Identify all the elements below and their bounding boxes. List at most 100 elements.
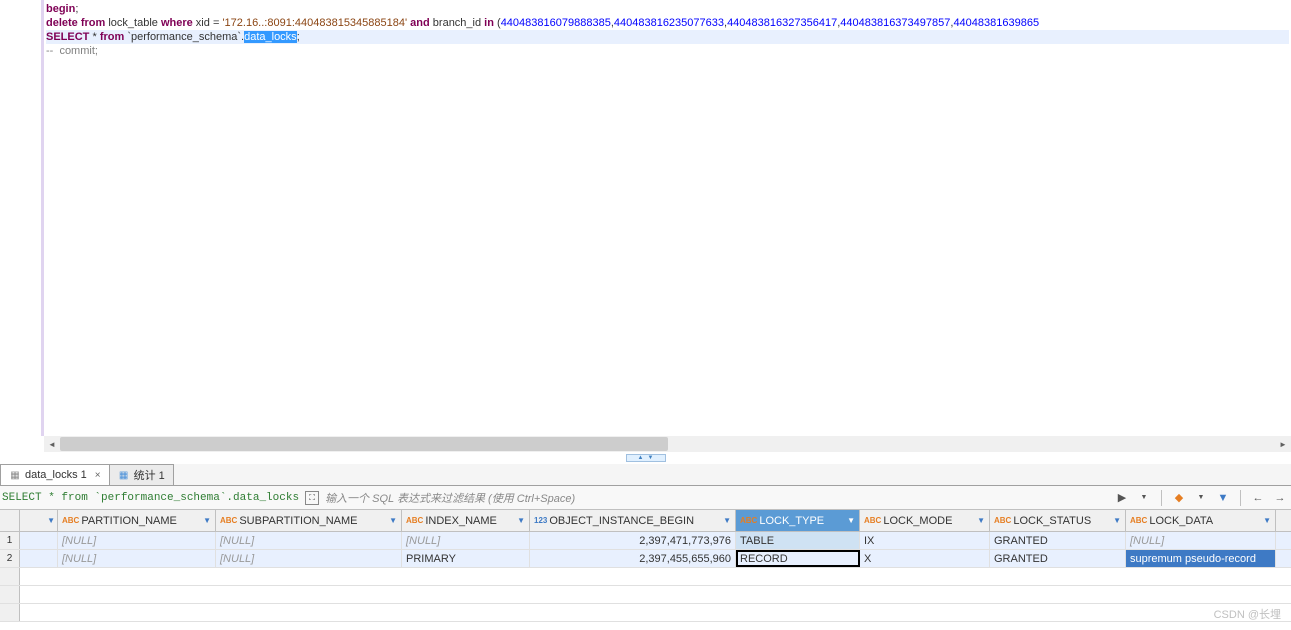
mini-column-header[interactable]: ▼ xyxy=(20,510,58,531)
text-type-icon: ABC xyxy=(994,516,1011,525)
column-name: LOCK_STATUS xyxy=(1013,515,1091,527)
sort-icon[interactable]: ▼ xyxy=(847,516,855,525)
sort-icon[interactable]: ▼ xyxy=(517,516,525,525)
row-number-cell xyxy=(0,604,20,621)
sort-icon[interactable]: ▼ xyxy=(977,516,985,525)
row-number-cell[interactable]: 2 xyxy=(0,550,20,567)
column-header[interactable]: 123 OBJECT_INSTANCE_BEGIN ▼ xyxy=(530,510,736,531)
filter-query-text: SELECT * from `performance_schema`.data_… xyxy=(2,492,299,504)
table-row[interactable]: 2[NULL][NULL]PRIMARY2,397,455,655,960REC… xyxy=(0,550,1291,568)
scroll-track[interactable] xyxy=(60,436,1275,452)
filter-funnel-icon[interactable]: ▼ xyxy=(1214,489,1232,507)
column-header[interactable]: ABC LOCK_TYPE ▼ xyxy=(736,510,860,531)
editor-horizontal-scrollbar[interactable]: ◄ ► xyxy=(44,436,1291,452)
table-icon: ▦ xyxy=(118,469,130,481)
grid-cell[interactable]: [NULL] xyxy=(58,532,216,549)
tab-label: 统计 1 xyxy=(134,467,165,483)
column-name: INDEX_NAME xyxy=(425,515,497,527)
results-tab[interactable]: ▦ 统计 1 xyxy=(109,464,174,485)
grid-cell[interactable]: [NULL] xyxy=(1126,532,1276,549)
scroll-thumb[interactable] xyxy=(60,437,668,451)
results-toolbar: ▶ ▼ ◆ ▼ ▼ ← → xyxy=(1113,489,1289,507)
toolbar-separator xyxy=(1161,490,1162,506)
grid-cell[interactable]: supremum pseudo-record xyxy=(1126,550,1276,567)
sort-icon[interactable]: ▼ xyxy=(1113,516,1121,525)
row-number-header xyxy=(0,510,20,531)
sort-icon[interactable]: ▼ xyxy=(723,516,731,525)
sort-icon[interactable]: ▼ xyxy=(47,516,55,525)
grid-cell[interactable]: [NULL] xyxy=(216,550,402,567)
row-number-cell xyxy=(0,586,20,603)
sql-code-area[interactable]: begin;delete from lock_table where xid =… xyxy=(44,0,1291,436)
mini-cell xyxy=(20,532,58,549)
filter-panel-button[interactable]: ◆ xyxy=(1170,489,1188,507)
grid-cell[interactable]: X xyxy=(860,550,990,567)
grid-cell[interactable]: PRIMARY xyxy=(402,550,530,567)
row-number-cell[interactable]: 1 xyxy=(0,532,20,549)
grid-cell[interactable]: 2,397,471,773,976 xyxy=(530,532,736,549)
results-tabs: ▦ data_locks 1 × ▦ 统计 1 xyxy=(0,464,1291,486)
results-tab[interactable]: ▦ data_locks 1 × xyxy=(0,464,110,485)
column-name: OBJECT_INSTANCE_BEGIN xyxy=(549,515,694,527)
column-header[interactable]: ABC LOCK_MODE ▼ xyxy=(860,510,990,531)
nav-prev-button[interactable]: ← xyxy=(1249,489,1267,507)
close-icon[interactable]: × xyxy=(95,470,101,481)
toolbar-separator-2 xyxy=(1240,490,1241,506)
grid-cell[interactable]: [NULL] xyxy=(216,532,402,549)
row-number-cell xyxy=(0,568,20,585)
sort-icon[interactable]: ▼ xyxy=(203,516,211,525)
text-type-icon: ABC xyxy=(864,516,881,525)
column-name: LOCK_TYPE xyxy=(759,515,824,527)
nav-play-button[interactable]: ▶ xyxy=(1113,489,1131,507)
grid-cell[interactable]: IX xyxy=(860,532,990,549)
splitter-down-icon: ▼ xyxy=(648,455,654,461)
table-row-empty xyxy=(0,568,1291,586)
results-grid: ▼ ABC PARTITION_NAME▼ABC SUBPARTITION_NA… xyxy=(0,510,1291,630)
scroll-right-button[interactable]: ► xyxy=(1275,436,1291,452)
sql-editor-pane: begin;delete from lock_table where xid =… xyxy=(0,0,1291,436)
text-type-icon: ABC xyxy=(740,516,757,525)
splitter-handle[interactable]: ▲ ▼ xyxy=(626,454,666,462)
text-type-icon: ABC xyxy=(1130,516,1147,525)
grid-cell[interactable]: GRANTED xyxy=(990,532,1126,549)
filter-dropdown-button[interactable]: ▼ xyxy=(1192,489,1210,507)
table-row-empty xyxy=(0,586,1291,604)
table-row-empty xyxy=(0,604,1291,622)
scroll-left-button[interactable]: ◄ xyxy=(44,436,60,452)
grid-cell[interactable]: 2,397,455,655,960 xyxy=(530,550,736,567)
splitter-up-icon: ▲ xyxy=(638,455,644,461)
sort-icon[interactable]: ▼ xyxy=(389,516,397,525)
column-name: SUBPARTITION_NAME xyxy=(239,515,357,527)
text-type-icon: ABC xyxy=(62,516,79,525)
nav-dropdown-button[interactable]: ▼ xyxy=(1135,489,1153,507)
grid-cell[interactable]: TABLE xyxy=(736,532,860,549)
mini-cell xyxy=(20,550,58,567)
filter-expression-input[interactable]: 输入一个 SQL 表达式来过滤结果 (使用 Ctrl+Space) xyxy=(325,490,1107,506)
table-row[interactable]: 1[NULL][NULL][NULL]2,397,471,773,976TABL… xyxy=(0,532,1291,550)
pane-splitter[interactable]: ▲ ▼ xyxy=(0,452,1291,464)
expand-icon[interactable]: ⛶ xyxy=(305,491,319,505)
grid-body[interactable]: 1[NULL][NULL][NULL]2,397,471,773,976TABL… xyxy=(0,532,1291,630)
column-header[interactable]: ABC LOCK_DATA ▼ xyxy=(1126,510,1276,531)
column-name: LOCK_DATA xyxy=(1149,515,1213,527)
column-header[interactable]: ABC PARTITION_NAME ▼ xyxy=(58,510,216,531)
grid-cell[interactable]: RECORD xyxy=(736,550,860,567)
column-header[interactable]: ABC SUBPARTITION_NAME ▼ xyxy=(216,510,402,531)
column-name: LOCK_MODE xyxy=(883,515,952,527)
column-name: PARTITION_NAME xyxy=(81,515,177,527)
nav-next-button[interactable]: → xyxy=(1271,489,1289,507)
column-header[interactable]: ABC LOCK_STATUS ▼ xyxy=(990,510,1126,531)
table-icon: ▦ xyxy=(9,469,21,481)
editor-gutter xyxy=(0,0,44,436)
watermark-text: CSDN @长埋 xyxy=(1214,606,1281,622)
sort-icon[interactable]: ▼ xyxy=(1263,516,1271,525)
number-type-icon: 123 xyxy=(534,516,547,525)
grid-cell[interactable]: [NULL] xyxy=(58,550,216,567)
grid-cell[interactable]: GRANTED xyxy=(990,550,1126,567)
tab-label: data_locks 1 xyxy=(25,469,87,481)
column-header[interactable]: ABC INDEX_NAME▼ xyxy=(402,510,530,531)
results-filter-bar: SELECT * from `performance_schema`.data_… xyxy=(0,486,1291,510)
text-type-icon: ABC xyxy=(220,516,237,525)
grid-cell[interactable]: [NULL] xyxy=(402,532,530,549)
grid-header-row: ▼ ABC PARTITION_NAME▼ABC SUBPARTITION_NA… xyxy=(0,510,1291,532)
